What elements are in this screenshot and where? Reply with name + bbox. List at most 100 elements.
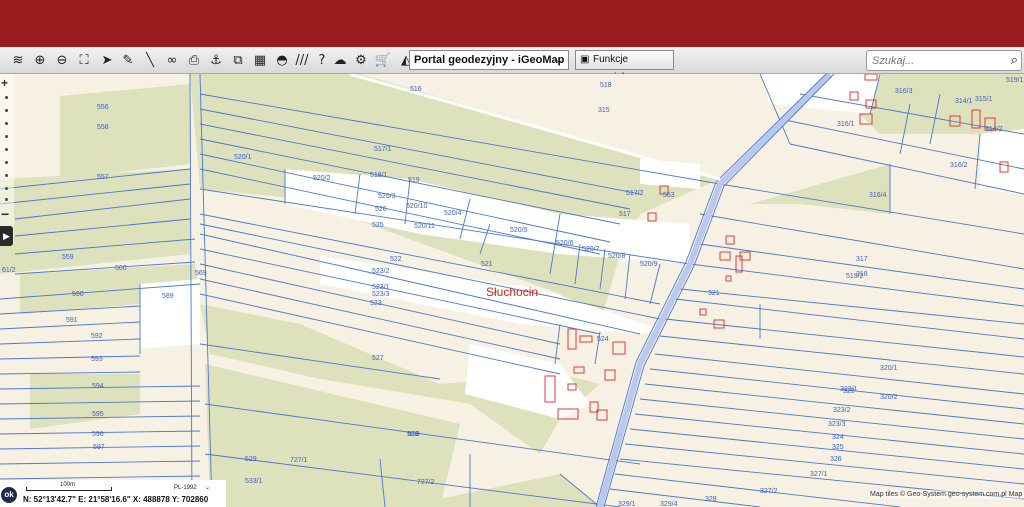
plot-number-label: 524 — [597, 336, 609, 343]
plot-number-label: 517/2 — [626, 190, 644, 197]
chevron-down-icon: ⌄ — [204, 485, 210, 491]
plot-number-label: 320/2 — [880, 394, 898, 401]
zoom-slider[interactable]: + − — [0, 74, 14, 244]
plot-number-label: 326 — [830, 456, 842, 463]
portal-select-value: Portal geodezyjny - iGeoMap — [414, 54, 565, 66]
car-icon[interactable]: ◓ — [272, 50, 292, 70]
zoom-out-minus-icon[interactable]: − — [1, 206, 9, 222]
share-icon[interactable]: ⧉ — [228, 50, 248, 70]
locality-name: Słuchocin — [486, 285, 538, 299]
zoom-out-icon[interactable]: ⊖ — [52, 50, 72, 70]
link-icon[interactable]: ∞ — [162, 50, 182, 70]
plot-number-label: 523/1 — [372, 284, 390, 291]
plot-number-label: 517/1 — [374, 146, 392, 153]
plot-number-label: 520/5 — [510, 227, 528, 234]
plot-number-label: 520/4 — [444, 210, 462, 217]
info-pencil-icon[interactable]: ✎ — [118, 50, 138, 70]
zoom-step-dot[interactable] — [5, 198, 8, 201]
zoom-step-dot[interactable] — [5, 96, 8, 99]
plot-number-label: 323/1 — [840, 386, 858, 393]
zoom-step-dot[interactable] — [5, 161, 8, 164]
table-icon[interactable]: ▦ — [250, 50, 270, 70]
zoom-step-dot[interactable] — [5, 122, 8, 125]
zoom-in-plus-icon[interactable]: + — [1, 76, 8, 90]
plot-number-label: 558 — [97, 124, 109, 131]
special-functions-button[interactable]: ▣ Funkcje specjalne — [575, 50, 674, 83]
plot-number-label: 523/2 — [372, 268, 390, 275]
zoom-step-dot[interactable] — [5, 148, 8, 151]
plot-number-label: 520/1 — [234, 154, 252, 161]
plot-number-label: 520/8 — [608, 253, 626, 260]
crs-select-value: PL-1992 — [174, 485, 197, 491]
zoom-step-dot[interactable] — [5, 174, 8, 177]
plot-number-label: 517 — [619, 211, 631, 218]
measure-ruler-icon[interactable]: ╲ — [140, 50, 160, 70]
hatch-icon[interactable]: /// — [292, 50, 312, 70]
plot-number-label: 591 — [66, 317, 78, 324]
print-icon[interactable]: ⎙ — [184, 50, 204, 70]
full-extent-icon[interactable]: ⛶ — [74, 50, 94, 70]
plot-number-label: 533/1 — [245, 478, 263, 485]
plot-number-label: 593 — [91, 356, 103, 363]
plot-number-label: 315/1 — [975, 96, 993, 103]
ok-button[interactable]: ok — [1, 487, 17, 503]
plot-number-label: 318 — [856, 271, 868, 278]
plot-number-label: 317 — [856, 256, 868, 263]
scale-label: 100m — [60, 482, 76, 488]
plot-number-label: 594 — [92, 383, 104, 390]
plot-number-label: 556 — [97, 104, 109, 111]
panel-toggle-button[interactable]: ▶ — [0, 226, 13, 246]
plot-number-label: 590 — [72, 291, 84, 298]
zoom-step-dot[interactable] — [5, 135, 8, 138]
zoom-step-dot[interactable] — [5, 109, 8, 112]
map-canvas[interactable]: Słuchocin 558 557 556 559 560 61/2 590 591 592 59… — [0, 74, 1024, 507]
plot-number-label: 529 — [245, 456, 257, 463]
plot-number-label: 324 — [832, 434, 844, 441]
plot-number-label: 520/2 — [313, 175, 331, 182]
plot-number-label: 316/2 — [950, 162, 968, 169]
plot-number-label: 557 — [97, 174, 109, 181]
plot-number-label: 560 — [115, 265, 127, 272]
plot-number-label: 323/2 — [833, 407, 851, 414]
crs-select[interactable]: PL-1992 ⌄ — [130, 482, 212, 494]
plot-number-label: 315 — [598, 107, 610, 114]
plot-number-label: 520/6 — [556, 240, 574, 247]
plot-number-label: 321 — [708, 290, 720, 297]
plot-number-label: 559 — [62, 254, 74, 261]
select-arrow-icon[interactable]: ➤ — [97, 50, 117, 70]
settings-icon[interactable]: ⚙ — [351, 50, 371, 70]
plot-number-label: 525 — [372, 222, 384, 229]
plot-number-label: 597 — [93, 444, 105, 451]
plot-number-label: 61/2 — [2, 267, 16, 274]
plot-number-label: 527 — [372, 355, 384, 362]
search-icon[interactable]: ⌕ — [1011, 52, 1018, 68]
plot-number-label: 518 — [600, 82, 612, 89]
plot-number-label: 596 — [92, 431, 104, 438]
search-box: ⌕ — [866, 50, 1022, 71]
portal-select[interactable]: Portal geodezyjny - iGeoMap ⌄ — [409, 50, 569, 70]
plot-number-label: 595 — [92, 411, 104, 418]
plot-number-label: 516 — [410, 86, 422, 93]
chevron-down-icon: ⌄ — [554, 54, 564, 66]
layers-icon[interactable]: ≋ — [8, 50, 28, 70]
plot-number-label: 320/1 — [880, 365, 898, 372]
plot-number-label: 589 — [162, 293, 174, 300]
help-icon[interactable]: ? — [312, 50, 332, 70]
plot-number-label: 523 — [370, 300, 382, 307]
map-attribution: Map tiles © Geo-System geo-system.com.pl… — [870, 490, 1024, 499]
cart-icon[interactable]: 🛒 — [373, 50, 393, 70]
plot-number-label: 314/2 — [985, 126, 1003, 133]
search-input[interactable] — [872, 53, 1000, 68]
plot-number-label: 520/7 — [582, 246, 600, 253]
coordinate-readout: N: 52°13'42.7" E: 21°58'16.6" X: 488878 … — [23, 495, 209, 504]
zoom-step-dot[interactable] — [5, 187, 8, 190]
plot-number-label: 316/1 — [837, 121, 855, 128]
plot-number-label: 569 — [195, 270, 207, 277]
zoom-in-icon[interactable]: ⊕ — [30, 50, 50, 70]
plot-number-label: 327/2 — [760, 488, 778, 495]
cloud-icon[interactable]: ☁ — [330, 50, 350, 70]
anchor-icon[interactable]: ⚓ — [206, 50, 226, 70]
plot-number-label: 727/2 — [417, 479, 435, 486]
plot-number-label: 520/9 — [640, 261, 658, 268]
plot-number-label: 520/11 — [414, 223, 435, 230]
